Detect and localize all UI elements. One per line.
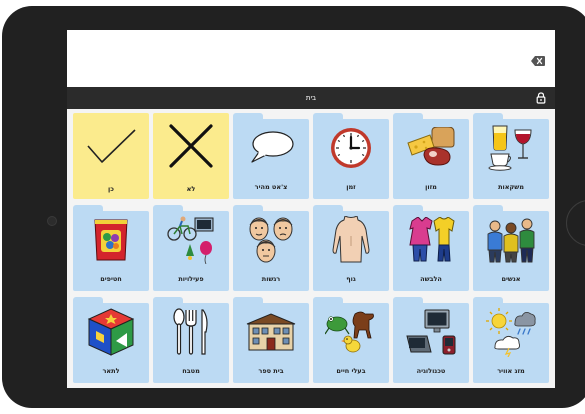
computer-icon [403, 307, 459, 357]
app-screen: בית כן לא צ'אט מהיר זמן מזון משקאות חטיפ… [67, 30, 555, 388]
cell-label: טכנולוגיה [416, 367, 446, 375]
cell-label: הלבשה [420, 275, 442, 283]
faces-icon [243, 215, 299, 265]
cell-label: בית ספר [258, 367, 284, 375]
food-icon [403, 123, 459, 173]
camera-icon [47, 216, 57, 226]
lock-icon[interactable] [536, 92, 546, 104]
folder-weather[interactable]: מזג אוויר [473, 297, 549, 383]
cell-label: חטיפים [100, 275, 122, 283]
people-icon [483, 215, 539, 265]
cutlery-icon [163, 307, 219, 357]
cell-label: כן [108, 185, 114, 193]
clothing-icon [403, 215, 459, 265]
folder-emotions[interactable]: רגשות [233, 205, 309, 291]
checkmark-icon [83, 121, 139, 171]
cell-label: רגשות [261, 275, 281, 283]
folder-drinks[interactable]: משקאות [473, 113, 549, 199]
folder-school[interactable]: בית ספר [233, 297, 309, 383]
backspace-icon[interactable] [531, 56, 545, 66]
cell-label: פעילויות [178, 275, 204, 283]
cross-icon [163, 121, 219, 171]
folder-body[interactable]: גוף [313, 205, 389, 291]
weather-icon [483, 307, 539, 357]
folder-activities[interactable]: פעילויות [153, 205, 229, 291]
title-bar: בית [67, 87, 555, 109]
message-bar[interactable] [67, 30, 555, 87]
folder-food[interactable]: מזון [393, 113, 469, 199]
activities-icon [163, 215, 219, 265]
folder-people[interactable]: אנשים [473, 205, 549, 291]
cell-label: גוף [346, 275, 356, 283]
snacks-icon [83, 215, 139, 265]
clock-icon [323, 123, 379, 173]
folder-time[interactable]: זמן [313, 113, 389, 199]
folder-quick-chat[interactable]: צ'אט מהיר [233, 113, 309, 199]
speech-bubble-icon [243, 123, 299, 173]
no-button[interactable]: לא [153, 113, 229, 199]
animals-icon [323, 307, 379, 357]
symbol-grid: כן לא צ'אט מהיר זמן מזון משקאות חטיפים פ… [73, 113, 549, 383]
folder-snacks[interactable]: חטיפים [73, 205, 149, 291]
page-title: בית [305, 94, 317, 102]
cell-label: צ'אט מהיר [254, 183, 288, 191]
cell-label: מטבח [182, 367, 200, 375]
school-icon [243, 307, 299, 357]
cell-label: זמן [346, 183, 356, 191]
folder-clothing[interactable]: הלבשה [393, 205, 469, 291]
body-icon [323, 215, 379, 265]
cell-label: מזון [425, 183, 437, 191]
cell-label: משקאות [498, 183, 524, 191]
cell-label: לתאר [102, 367, 120, 375]
yes-button[interactable]: כן [73, 113, 149, 199]
folder-describe[interactable]: לתאר [73, 297, 149, 383]
folder-technology[interactable]: טכנולוגיה [393, 297, 469, 383]
folder-animals[interactable]: בעלי חיים [313, 297, 389, 383]
cell-label: אנשים [501, 275, 521, 283]
shapes-cube-icon [83, 307, 139, 357]
cell-label: בעלי חיים [336, 367, 366, 375]
folder-kitchen[interactable]: מטבח [153, 297, 229, 383]
drinks-icon [483, 123, 539, 173]
cell-label: לא [186, 185, 196, 193]
home-button[interactable] [566, 200, 585, 246]
cell-label: מזג אוויר [497, 367, 525, 375]
